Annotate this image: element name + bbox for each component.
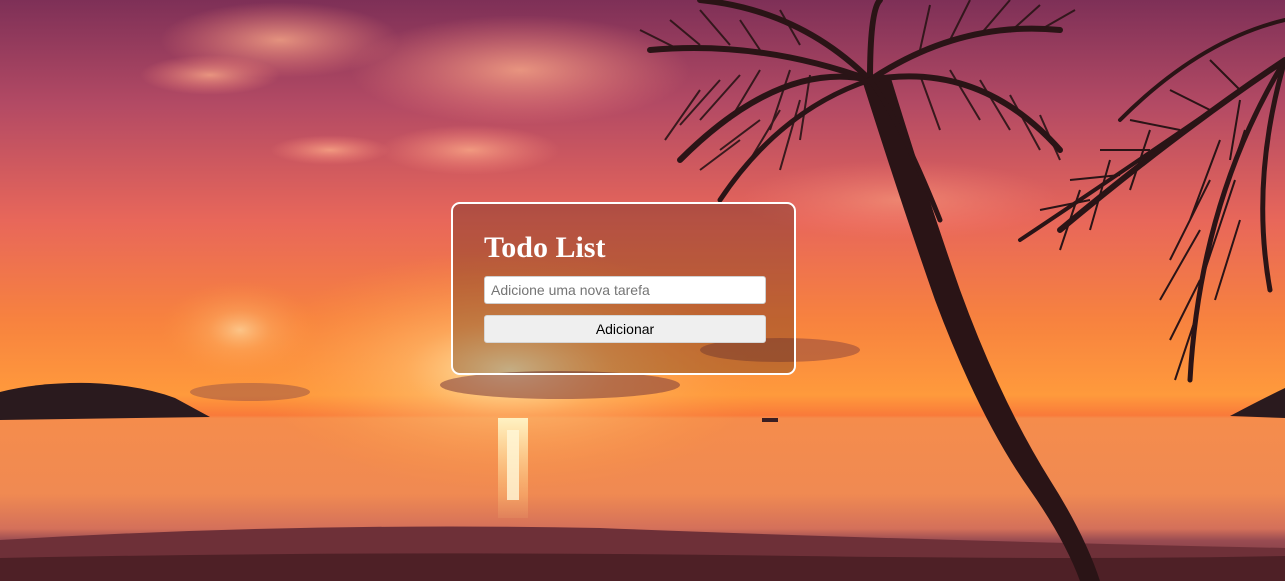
todo-card: Todo List Adicionar xyxy=(451,202,796,375)
new-task-input[interactable] xyxy=(484,276,766,304)
app-title: Todo List xyxy=(484,231,606,264)
add-task-button[interactable]: Adicionar xyxy=(484,315,766,343)
